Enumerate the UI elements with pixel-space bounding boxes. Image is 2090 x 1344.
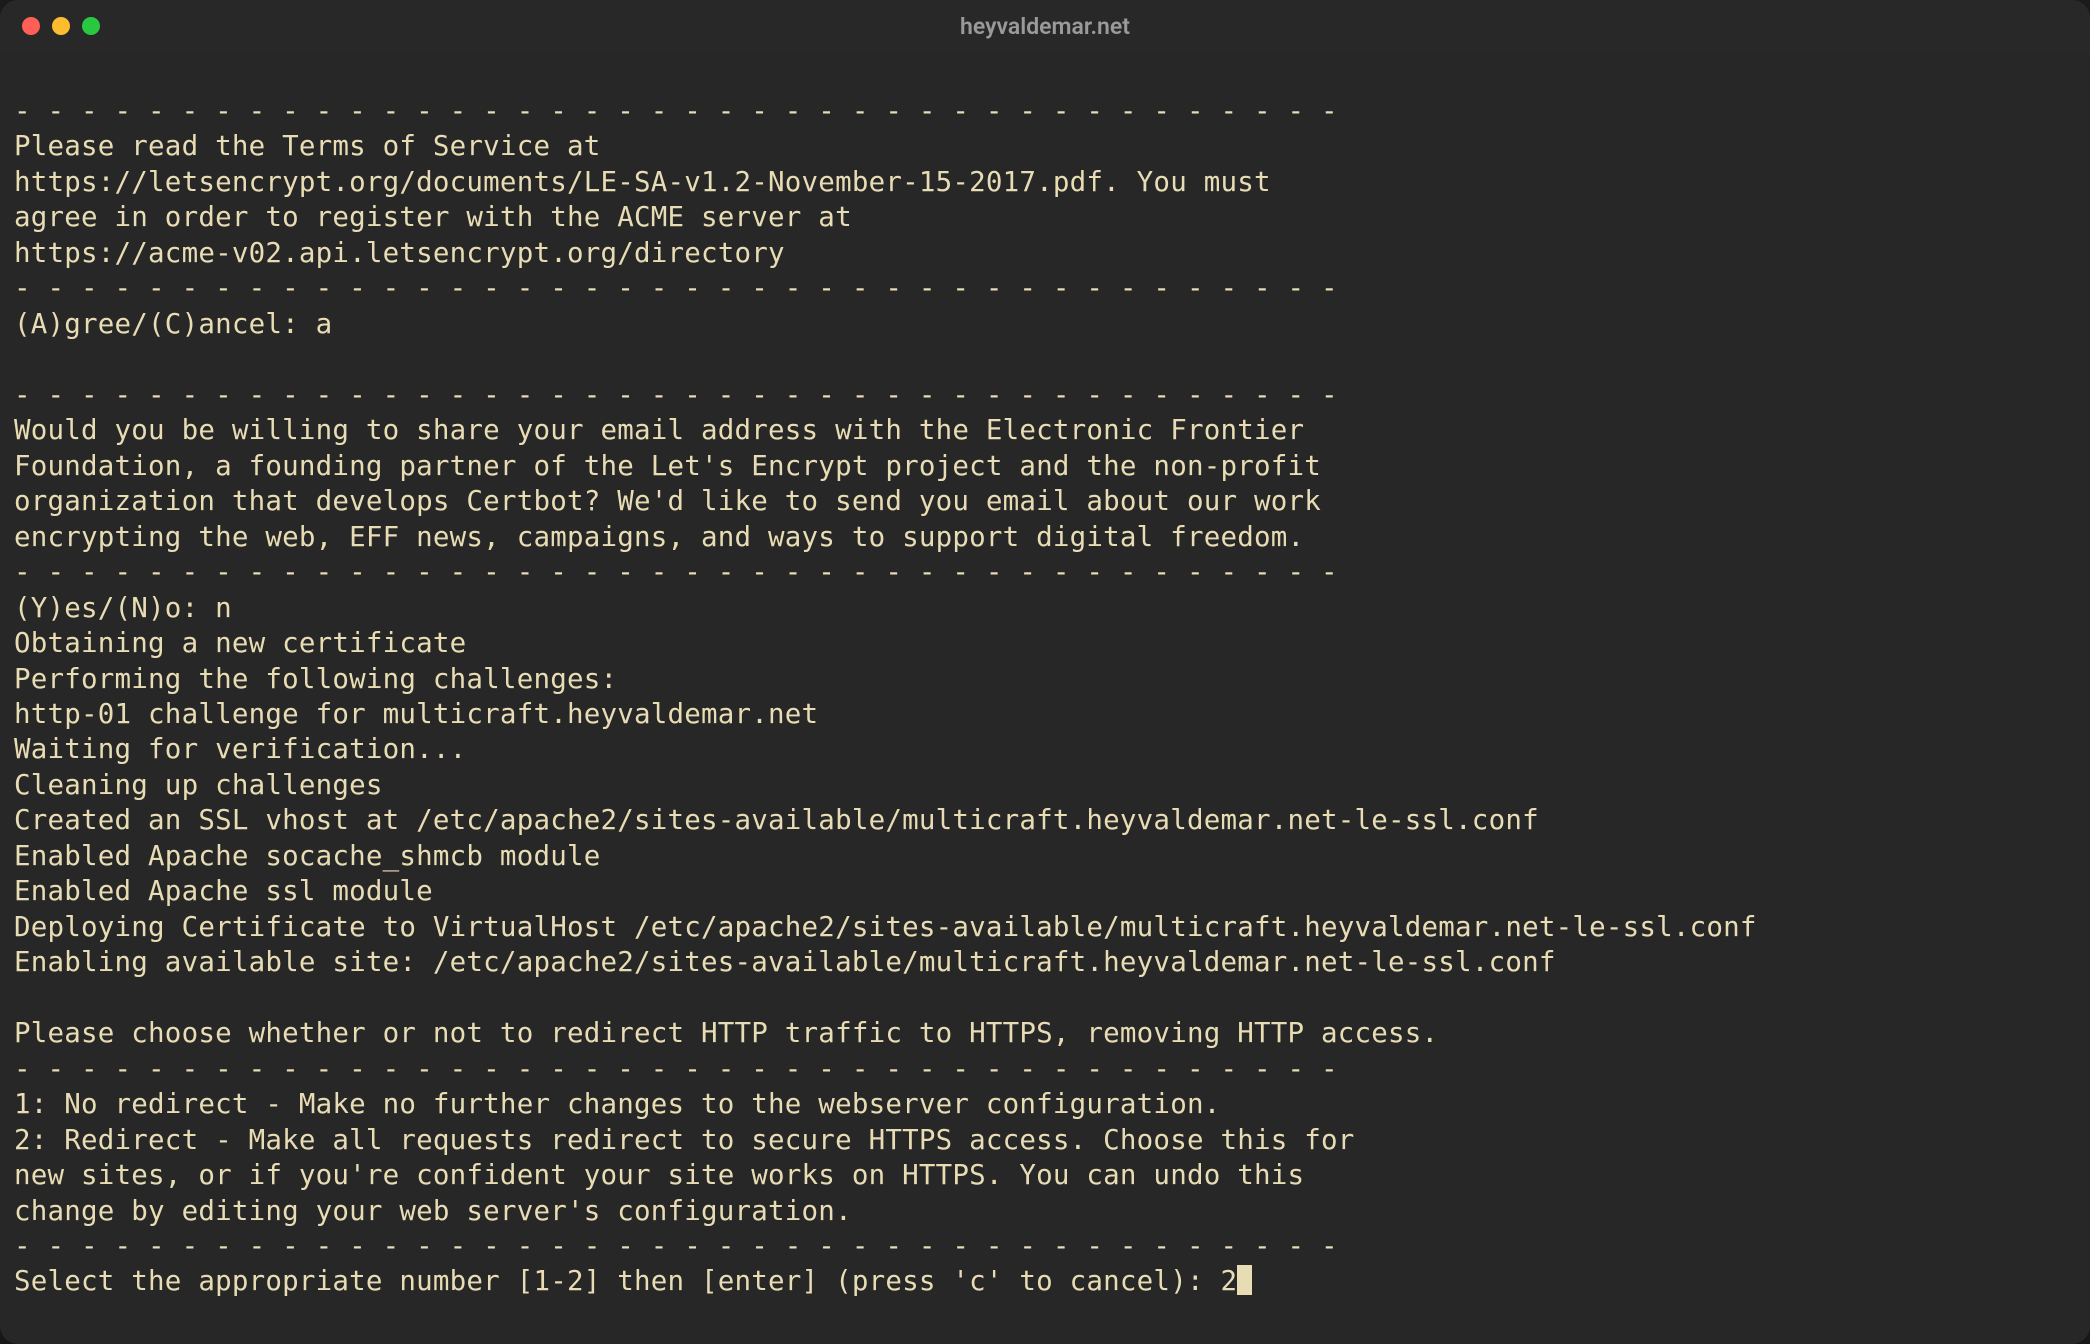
terminal-line: - - - - - - - - - - - - - - - - - - - - … bbox=[14, 379, 1338, 411]
window-titlebar: heyvaldemar.net bbox=[0, 0, 2090, 52]
terminal-line: Would you be willing to share your email… bbox=[14, 414, 1304, 446]
terminal-line: Please choose whether or not to redirect… bbox=[14, 1017, 1438, 1049]
close-button[interactable] bbox=[22, 17, 40, 35]
terminal-line: Deploying Certificate to VirtualHost /et… bbox=[14, 911, 1757, 943]
terminal-line: Enabled Apache socache_shmcb module bbox=[14, 840, 600, 872]
terminal-line: 1: No redirect - Make no further changes… bbox=[14, 1088, 1220, 1120]
terminal-line: Created an SSL vhost at /etc/apache2/sit… bbox=[14, 804, 1539, 836]
terminal-line: Please read the Terms of Service at bbox=[14, 130, 600, 162]
terminal-line: 2: Redirect - Make all requests redirect… bbox=[14, 1124, 1355, 1156]
terminal-window: heyvaldemar.net - - - - - - - - - - - - … bbox=[0, 0, 2090, 1344]
window-controls bbox=[0, 17, 100, 35]
terminal-line: agree in order to register with the ACME… bbox=[14, 201, 852, 233]
window-title: heyvaldemar.net bbox=[0, 13, 2090, 40]
terminal-line: Obtaining a new certificate bbox=[14, 627, 466, 659]
terminal-line: http-01 challenge for multicraft.heyvald… bbox=[14, 698, 818, 730]
terminal-line: organization that develops Certbot? We'd… bbox=[14, 485, 1321, 517]
terminal-line: Cleaning up challenges bbox=[14, 769, 383, 801]
terminal-line: (Y)es/(N)o: n bbox=[14, 592, 232, 624]
terminal-prompt: Select the appropriate number [1-2] then… bbox=[14, 1265, 1237, 1297]
terminal-line: Enabled Apache ssl module bbox=[14, 875, 433, 907]
terminal-line: Waiting for verification... bbox=[14, 733, 466, 765]
minimize-button[interactable] bbox=[52, 17, 70, 35]
terminal-line: Performing the following challenges: bbox=[14, 663, 617, 695]
terminal-line: Foundation, a founding partner of the Le… bbox=[14, 450, 1321, 482]
terminal-line: (A)gree/(C)ancel: a bbox=[14, 308, 332, 340]
terminal-output[interactable]: - - - - - - - - - - - - - - - - - - - - … bbox=[0, 52, 2090, 1344]
terminal-line: https://letsencrypt.org/documents/LE-SA-… bbox=[14, 166, 1271, 198]
terminal-line: https://acme-v02.api.letsencrypt.org/dir… bbox=[14, 237, 785, 269]
terminal-line: Enabling available site: /etc/apache2/si… bbox=[14, 946, 1556, 978]
terminal-line: new sites, or if you're confident your s… bbox=[14, 1159, 1304, 1191]
terminal-line: - - - - - - - - - - - - - - - - - - - - … bbox=[14, 1230, 1338, 1262]
terminal-line: - - - - - - - - - - - - - - - - - - - - … bbox=[14, 95, 1338, 127]
cursor-icon bbox=[1237, 1265, 1252, 1295]
terminal-line: - - - - - - - - - - - - - - - - - - - - … bbox=[14, 556, 1338, 588]
terminal-line: change by editing your web server's conf… bbox=[14, 1195, 852, 1227]
terminal-line: encrypting the web, EFF news, campaigns,… bbox=[14, 521, 1304, 553]
terminal-line: - - - - - - - - - - - - - - - - - - - - … bbox=[14, 272, 1338, 304]
terminal-line: - - - - - - - - - - - - - - - - - - - - … bbox=[14, 1053, 1338, 1085]
zoom-button[interactable] bbox=[82, 17, 100, 35]
